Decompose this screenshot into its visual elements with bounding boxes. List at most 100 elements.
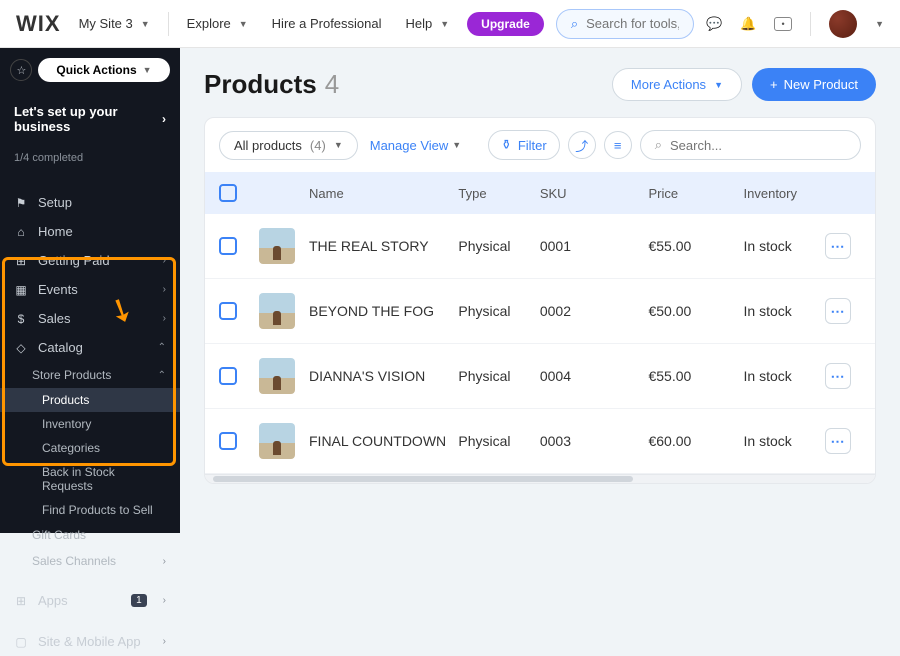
product-type: Physical [458, 303, 539, 319]
sidebar-item-label: Setup [38, 195, 72, 210]
table-row[interactable]: BEYOND THE FOGPhysical0002€50.00In stock… [205, 279, 875, 344]
sidebar-item-getting-paid[interactable]: ⊞Getting Paid› [0, 246, 180, 275]
new-product-label: New Product [784, 77, 858, 92]
topbar: WIX My Site 3 ▼ Explore▼ Hire a Professio… [0, 0, 900, 48]
products-search[interactable]: ⌕ [640, 130, 861, 160]
notifications-icon[interactable]: 🔔 [740, 16, 756, 32]
sidebar-item-label: Home [38, 224, 73, 239]
sidebar-item-setup[interactable]: ⚑ Setup [0, 188, 180, 217]
product-sku: 0004 [540, 368, 649, 384]
row-checkbox[interactable] [219, 237, 237, 255]
sidebar-sub-find-products[interactable]: Find Products to Sell [0, 498, 180, 522]
home-icon: ⌂ [14, 225, 28, 239]
row-checkbox[interactable] [219, 367, 237, 385]
product-thumbnail[interactable] [259, 358, 295, 394]
product-name: BEYOND THE FOG [309, 303, 458, 319]
chevron-down-icon: ▼ [143, 65, 152, 75]
upgrade-button[interactable]: Upgrade [467, 12, 544, 36]
global-search-input[interactable] [586, 16, 679, 31]
manage-view-button[interactable]: Manage View▼ [370, 138, 461, 153]
dots-icon: ⋯ [830, 238, 845, 255]
row-checkbox[interactable] [219, 302, 237, 320]
inbox-icon[interactable]: • [774, 17, 792, 31]
site-name: My Site 3 [79, 16, 133, 31]
sidebar-sub-products[interactable]: Products [0, 388, 180, 412]
sidebar-item-apps[interactable]: ⊞Apps1› [0, 586, 180, 615]
plus-icon: + [770, 77, 778, 92]
sidebar-item-catalog[interactable]: ◇Catalog⌃ [0, 333, 180, 362]
sidebar-item-label: Apps [38, 593, 68, 608]
sidebar-sub-gift-cards[interactable]: Gift Cards [0, 522, 180, 548]
all-products-filter[interactable]: All products (4) ▼ [219, 131, 358, 160]
quick-actions-button[interactable]: Quick Actions▼ [38, 58, 169, 82]
select-all-checkbox[interactable] [219, 184, 237, 202]
products-search-input[interactable] [670, 138, 846, 153]
sidebar-sub-store-products[interactable]: Store Products⌃ [0, 362, 180, 388]
sidebar-sub-categories[interactable]: Categories [0, 436, 180, 460]
favorite-icon[interactable]: ☆ [10, 59, 32, 81]
table-row[interactable]: THE REAL STORYPhysical0001€55.00In stock… [205, 214, 875, 279]
column-price[interactable]: Price [648, 186, 743, 201]
sidebar-sub-back-in-stock[interactable]: Back in Stock Requests [0, 460, 180, 498]
chevron-up-icon: ⌃ [158, 342, 166, 353]
chevron-down-icon: ▼ [334, 140, 343, 150]
products-toolbar: All products(4)▼ Manage View▼ ⚱Filter ⤴ … [205, 118, 875, 172]
column-sku[interactable]: SKU [540, 186, 649, 201]
export-button[interactable]: ⤴ [568, 131, 596, 159]
new-product-button[interactable]: + New Product [752, 68, 876, 101]
search-icon: ⌕ [655, 137, 662, 153]
row-more-button[interactable]: ⋯ [825, 233, 851, 259]
horizontal-scrollbar[interactable] [205, 474, 875, 483]
setup-banner[interactable]: Let's set up your business› [0, 92, 180, 138]
product-sku: 0003 [540, 433, 649, 449]
product-sku: 0002 [540, 303, 649, 319]
scrollbar-thumb[interactable] [213, 476, 633, 482]
product-thumbnail[interactable] [259, 423, 295, 459]
avatar[interactable] [829, 10, 857, 38]
sidebar-item-label: Catalog [38, 340, 83, 355]
search-icon: ⌕ [571, 16, 578, 32]
sidebar-sub-sales-channels[interactable]: Sales Channels› [0, 548, 180, 574]
all-products-count: (4) [310, 138, 326, 153]
row-checkbox[interactable] [219, 432, 237, 450]
global-search[interactable]: ⌕ [556, 9, 694, 39]
chevron-down-icon: ▼ [714, 80, 723, 90]
chat-icon[interactable]: 💬 [706, 16, 722, 32]
row-more-button[interactable]: ⋯ [825, 363, 851, 389]
column-type[interactable]: Type [458, 186, 539, 201]
site-selector[interactable]: My Site 3 ▼ [73, 12, 156, 35]
dots-icon: ⋯ [830, 368, 845, 385]
sidebar-item-events[interactable]: ▦Events› [0, 275, 180, 304]
sidebar-item-sales[interactable]: $Sales› [0, 304, 180, 333]
table-row[interactable]: DIANNA'S VISIONPhysical0004€55.00In stoc… [205, 344, 875, 409]
wix-logo[interactable]: WIX [16, 11, 61, 37]
products-panel: All products(4)▼ Manage View▼ ⚱Filter ⤴ … [204, 117, 876, 484]
row-more-button[interactable]: ⋯ [825, 298, 851, 324]
nav-explore[interactable]: Explore▼ [181, 12, 254, 35]
product-price: €50.00 [648, 303, 743, 319]
chevron-right-icon: › [163, 284, 166, 295]
filter-button[interactable]: ⚱Filter [488, 130, 560, 160]
chevron-down-icon: ▼ [440, 19, 449, 29]
nav-help[interactable]: Help▼ [400, 12, 456, 35]
sidebar: ☆ Quick Actions▼ Let's set up your busin… [0, 48, 180, 533]
table-header: Name Type SKU Price Inventory [205, 172, 875, 214]
settings-button[interactable]: ≡ [604, 131, 632, 159]
nav-hire[interactable]: Hire a Professional [266, 12, 388, 35]
sidebar-sub-inventory[interactable]: Inventory [0, 412, 180, 436]
column-name[interactable]: Name [309, 186, 458, 201]
column-inventory[interactable]: Inventory [744, 186, 825, 201]
dots-icon: ⋯ [830, 303, 845, 320]
page-count: 4 [325, 69, 339, 100]
sliders-icon: ≡ [614, 138, 622, 153]
all-products-label: All products [234, 138, 302, 153]
product-thumbnail[interactable] [259, 228, 295, 264]
setup-icon: ⚑ [14, 196, 28, 210]
sidebar-item-home[interactable]: ⌂ Home [0, 217, 180, 246]
table-row[interactable]: FINAL COUNTDOWNPhysical0003€60.00In stoc… [205, 409, 875, 474]
chevron-down-icon: ▼ [141, 19, 150, 29]
sidebar-item-site-app[interactable]: ▢Site & Mobile App› [0, 627, 180, 656]
product-thumbnail[interactable] [259, 293, 295, 329]
more-actions-button[interactable]: More Actions▼ [612, 68, 742, 101]
row-more-button[interactable]: ⋯ [825, 428, 851, 454]
